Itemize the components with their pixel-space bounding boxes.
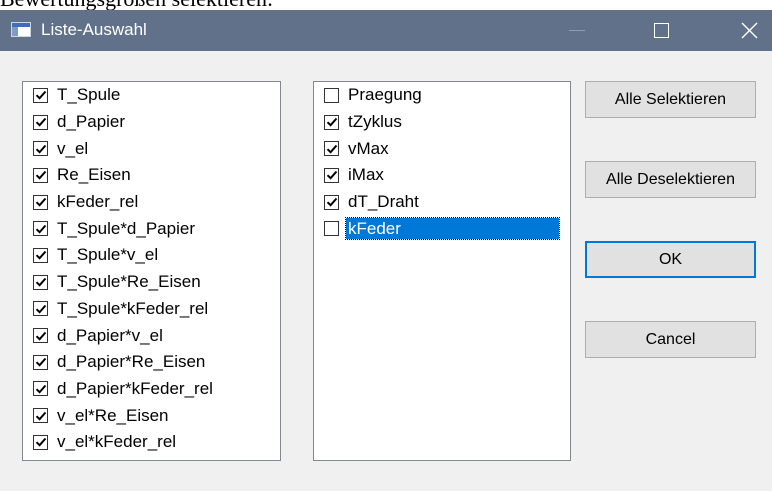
checkbox-checked[interactable]: [33, 381, 48, 397]
list-item-label: d_Papier*Re_Eisen: [57, 352, 206, 372]
checkbox-unchecked[interactable]: [324, 87, 339, 103]
list-item-label: Re_Eisen*kFeder_rel: [57, 459, 219, 460]
list-item[interactable]: d_Papier*v_el: [23, 322, 280, 349]
list-item-label: Re_Eisen: [57, 165, 131, 185]
list-item[interactable]: T_Spule*Re_Eisen: [23, 269, 280, 296]
list-item[interactable]: Praegung: [314, 82, 570, 109]
deselect-all-button[interactable]: Alle Deselektieren: [585, 161, 756, 198]
list-item[interactable]: v_el*kFeder_rel: [23, 429, 280, 456]
maximize-button[interactable]: [638, 10, 684, 51]
list-item-label: kFeder: [345, 217, 560, 241]
checkbox-checked[interactable]: [33, 167, 48, 183]
window-title: Liste-Auswahl: [41, 20, 147, 39]
close-button[interactable]: [726, 10, 772, 51]
list-item-label: v_el*kFeder_rel: [57, 432, 177, 452]
cancel-button[interactable]: Cancel: [585, 321, 756, 358]
list-item[interactable]: iMax: [314, 162, 570, 189]
list-item-label: T_Spule*Re_Eisen: [57, 272, 201, 292]
list-item[interactable]: d_Papier*Re_Eisen: [23, 349, 280, 376]
checkbox-checked[interactable]: [324, 167, 339, 183]
select-all-button[interactable]: Alle Selektieren: [585, 81, 756, 118]
checkbox-checked[interactable]: [33, 114, 48, 130]
minimize-icon: [569, 30, 585, 31]
list-item-label: Praegung: [348, 85, 422, 105]
list-item[interactable]: T_Spule: [23, 82, 280, 109]
minimize-button[interactable]: [554, 10, 600, 51]
list-item-label: T_Spule: [57, 85, 121, 105]
dialog-client-area: T_Spule d_Papier v_el Re_Eisen kFeder_rel T_S…: [0, 51, 772, 491]
title-bar[interactable]: Liste-Auswahl: [0, 10, 772, 51]
list-item[interactable]: T_Spule*d_Papier: [23, 215, 280, 242]
app-window-icon: [11, 22, 31, 37]
ok-button[interactable]: OK: [585, 241, 756, 278]
list-item[interactable]: Re_Eisen: [23, 162, 280, 189]
list-item-label: v_el: [57, 138, 89, 158]
checkbox-unchecked[interactable]: [324, 221, 339, 237]
checkbox-checked[interactable]: [33, 221, 48, 237]
checkbox-checked[interactable]: [33, 87, 48, 103]
list-item-label: dT_Draht: [348, 192, 419, 212]
checkbox-checked[interactable]: [33, 194, 48, 210]
checkbox-checked[interactable]: [33, 301, 48, 317]
checkbox-checked[interactable]: [324, 194, 339, 210]
checkbox-checked[interactable]: [33, 141, 48, 157]
list-item-label: tZyklus: [348, 112, 402, 132]
list-item-label: iMax: [348, 165, 384, 185]
list-item[interactable]: Re_Eisen*kFeder_rel: [23, 456, 280, 460]
checkbox-checked[interactable]: [324, 141, 339, 157]
list-item-label: kFeder_rel: [57, 192, 139, 212]
checkbox-checked[interactable]: [324, 114, 339, 130]
list-item[interactable]: v_el: [23, 135, 280, 162]
right-checklist[interactable]: Praegung tZyklus vMax iMax dT_Draht kFeder: [313, 81, 571, 461]
list-item[interactable]: v_el*Re_Eisen: [23, 402, 280, 429]
list-item-label: d_Papier*kFeder_rel: [57, 378, 213, 398]
list-item[interactable]: tZyklus: [314, 109, 570, 136]
checkbox-checked[interactable]: [33, 247, 48, 263]
list-item[interactable]: d_Papier: [23, 109, 280, 136]
close-icon: [741, 22, 757, 39]
list-item[interactable]: dT_Draht: [314, 189, 570, 216]
checkbox-checked[interactable]: [33, 354, 48, 370]
checkbox-checked[interactable]: [33, 408, 48, 424]
list-item-label: T_Spule*kFeder_rel: [57, 298, 209, 318]
list-item[interactable]: T_Spule*v_el: [23, 242, 280, 269]
checkbox-checked[interactable]: [33, 434, 48, 450]
list-item[interactable]: vMax: [314, 135, 570, 162]
list-item-label: v_el*Re_Eisen: [57, 405, 169, 425]
checkbox-checked[interactable]: [33, 328, 48, 344]
maximize-icon: [653, 23, 669, 38]
checkbox-checked[interactable]: [33, 274, 48, 290]
list-item-label: vMax: [348, 138, 389, 158]
list-item-label: d_Papier: [57, 112, 126, 132]
list-item[interactable]: d_Papier*kFeder_rel: [23, 376, 280, 403]
list-item[interactable]: T_Spule*kFeder_rel: [23, 296, 280, 323]
list-item-label: T_Spule*v_el: [57, 245, 159, 265]
list-item[interactable]: kFeder: [314, 215, 570, 242]
left-checklist[interactable]: T_Spule d_Papier v_el Re_Eisen kFeder_rel T_S…: [22, 81, 281, 461]
list-item-label: T_Spule*d_Papier: [57, 218, 195, 238]
list-item[interactable]: kFeder_rel: [23, 189, 280, 216]
list-item-label: d_Papier*v_el: [57, 325, 163, 345]
